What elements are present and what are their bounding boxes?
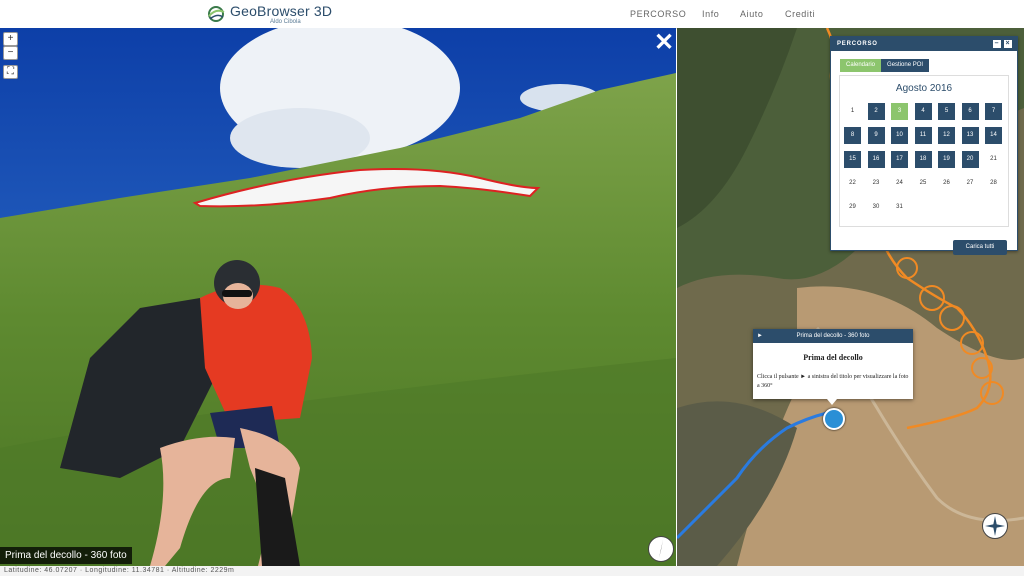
zoom-in-button[interactable]: + bbox=[3, 32, 18, 46]
calendar-day[interactable]: 5 bbox=[938, 103, 955, 120]
calendar-day[interactable]: 8 bbox=[844, 127, 861, 144]
popup-header-title[interactable]: Prima del decollo - 360 foto bbox=[753, 329, 913, 343]
panel-header: PERCORSO – × bbox=[831, 37, 1017, 51]
nav-percorso[interactable]: PERCORSO bbox=[630, 9, 686, 19]
calendar-day[interactable]: 24 bbox=[891, 175, 908, 192]
top-bar: GeoBrowser 3D Aldo Cibola PERCORSO Info … bbox=[0, 0, 1024, 29]
panel-close-button[interactable]: × bbox=[1004, 40, 1012, 48]
photo-caption: Prima del decollo - 360 foto bbox=[0, 547, 132, 564]
popup-header: ► Prima del decollo - 360 foto bbox=[753, 329, 913, 343]
photo-popup: ► Prima del decollo - 360 foto Prima del… bbox=[753, 329, 913, 399]
zoom-out-button[interactable]: − bbox=[3, 46, 18, 60]
popup-title: Prima del decollo bbox=[803, 353, 863, 362]
compass-needle bbox=[659, 540, 663, 558]
calendar-day[interactable]: 4 bbox=[914, 103, 932, 120]
app-logo[interactable]: GeoBrowser 3D Aldo Cibola bbox=[206, 3, 332, 25]
map-compass-icon[interactable] bbox=[982, 513, 1008, 539]
tab-calendario[interactable]: Calendario bbox=[840, 59, 882, 72]
map-compass-rose bbox=[985, 516, 1005, 536]
logo-subtitle: Aldo Cibola bbox=[270, 18, 301, 25]
calendar-day[interactable]: 14 bbox=[985, 127, 1002, 144]
percorso-panel: PERCORSO – × Calendario Gestione POI Ago… bbox=[830, 36, 1018, 255]
calendar-day[interactable]: 10 bbox=[891, 127, 908, 144]
calendar-day[interactable]: 15 bbox=[844, 151, 861, 168]
panel-title: PERCORSO bbox=[837, 41, 878, 47]
photo-marker-icon[interactable] bbox=[823, 408, 845, 430]
calendar-day[interactable]: 17 bbox=[891, 151, 908, 168]
nav-info[interactable]: Info bbox=[702, 9, 719, 19]
logo-title: GeoBrowser 3D bbox=[230, 2, 333, 19]
calendar-day[interactable]: 1 bbox=[844, 103, 861, 120]
globe-icon bbox=[208, 6, 225, 22]
calendar-day[interactable]: 18 bbox=[914, 151, 932, 168]
calendar-day[interactable]: 2 bbox=[867, 103, 885, 120]
calendar-day[interactable]: 31 bbox=[891, 199, 908, 216]
panorama-photo bbox=[0, 28, 676, 566]
calendar-day[interactable]: 20 bbox=[961, 151, 979, 168]
calendar-day[interactable]: 13 bbox=[961, 127, 979, 144]
fullscreen-button[interactable]: ⛶ bbox=[3, 65, 18, 79]
load-all-button[interactable]: Carica tutti bbox=[953, 240, 1007, 255]
viewer-compass-icon[interactable] bbox=[648, 536, 674, 562]
calendar-day[interactable]: 19 bbox=[938, 151, 955, 168]
calendar-day[interactable]: 16 bbox=[867, 151, 885, 168]
calendar-day[interactable]: 3 bbox=[891, 103, 908, 120]
calendar-day[interactable]: 29 bbox=[844, 199, 861, 216]
status-bar: Latitudine: 46.07207 · Longitudine: 11.3… bbox=[0, 566, 1024, 576]
calendar-day[interactable]: 7 bbox=[985, 103, 1002, 120]
calendar-month: Agosto 2016 bbox=[895, 83, 953, 94]
tab-gestione-poi[interactable]: Gestione POI bbox=[881, 59, 930, 72]
calendar-day[interactable]: 12 bbox=[938, 127, 955, 144]
calendar-day[interactable]: 11 bbox=[914, 127, 932, 144]
calendar-day[interactable]: 28 bbox=[985, 175, 1002, 192]
calendar-day[interactable]: 6 bbox=[961, 103, 979, 120]
calendar: Agosto 2016 Carica tutti 1 2 3 4 5 6 7 8 9 10 11 12… bbox=[839, 75, 1009, 255]
calendar-day[interactable]: 27 bbox=[962, 175, 979, 192]
popup-pointer bbox=[827, 399, 837, 405]
nav-crediti[interactable]: Crediti bbox=[785, 9, 815, 19]
panel-minimize-button[interactable]: – bbox=[993, 40, 1001, 48]
popup-body: Clicca il pulsante ► a sinistra del tito… bbox=[757, 374, 909, 389]
calendar-day[interactable]: 21 bbox=[985, 151, 1002, 168]
nav-aiuto[interactable]: Aiuto bbox=[740, 9, 764, 19]
calendar-day[interactable]: 30 bbox=[868, 199, 885, 216]
calendar-day[interactable]: 23 bbox=[868, 175, 885, 192]
panel-tabs: Calendario Gestione POI bbox=[840, 59, 930, 72]
photo-360-viewer[interactable]: + − ⛶ bbox=[0, 28, 676, 566]
calendar-day[interactable]: 26 bbox=[938, 175, 955, 192]
calendar-day[interactable]: 25 bbox=[915, 175, 932, 192]
calendar-day[interactable]: 9 bbox=[867, 127, 885, 144]
close-viewer-button[interactable]: ✕ bbox=[653, 31, 675, 55]
calendar-day[interactable]: 22 bbox=[844, 175, 861, 192]
